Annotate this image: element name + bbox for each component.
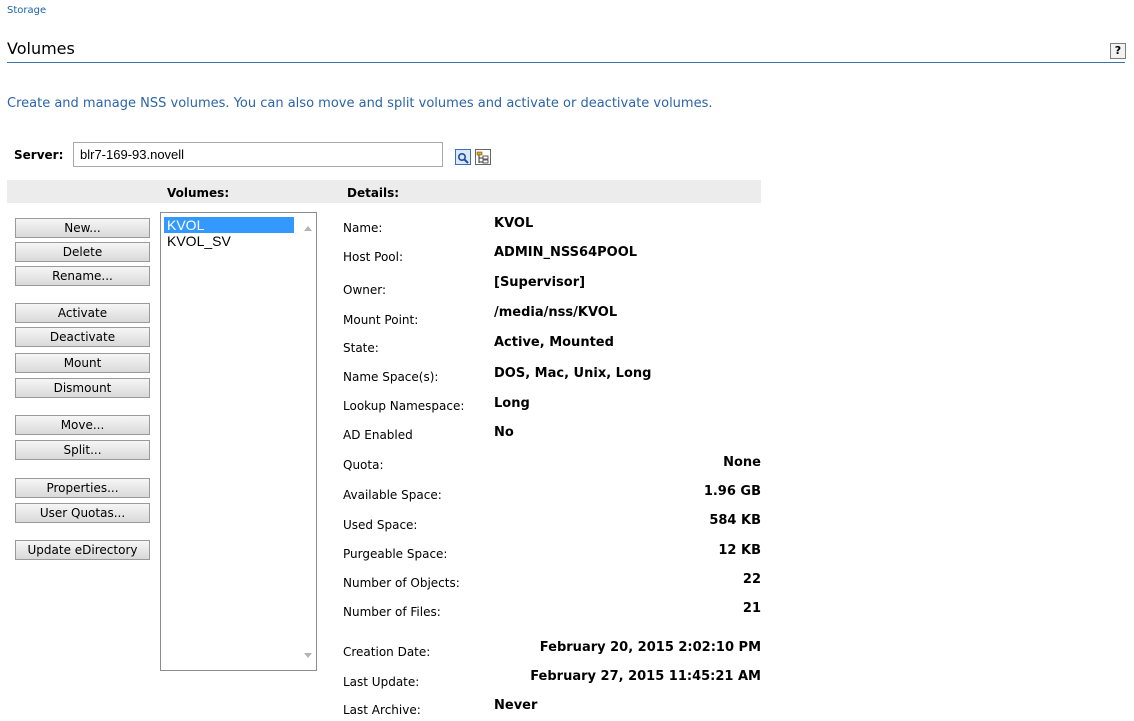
detail-label-number-of-objects: Number of Objects: (343, 576, 460, 590)
server-input[interactable] (73, 142, 443, 167)
scroll-up-arrow-icon[interactable] (304, 226, 312, 231)
detail-value-number-of-objects: 22 (742, 572, 761, 587)
volumes-scrollbar[interactable] (300, 213, 316, 670)
detail-label-name-spaces: Name Space(s): (343, 370, 439, 384)
scroll-down-arrow-icon[interactable] (304, 653, 312, 658)
detail-label-name: Name: (343, 221, 383, 235)
volume-item-kvol[interactable]: KVOL (164, 217, 294, 233)
update-edirectory-button[interactable]: Update eDirectory (15, 540, 150, 560)
detail-value-last-archive: Never (494, 698, 538, 713)
dismount-button[interactable]: Dismount (15, 378, 150, 398)
help-button[interactable]: ? (1110, 43, 1126, 59)
volumes-list[interactable]: KVOL KVOL_SV (160, 212, 317, 671)
details-column-header: Details: (347, 186, 400, 200)
rename-button[interactable]: Rename... (15, 266, 150, 286)
detail-label-purgeable-space: Purgeable Space: (343, 547, 448, 561)
detail-value-used-space: 584 KB (709, 513, 761, 528)
search-icon[interactable] (455, 149, 471, 165)
tree-browse-icon[interactable] (475, 149, 491, 165)
user-quotas-button[interactable]: User Quotas... (15, 503, 150, 523)
detail-label-host-pool: Host Pool: (343, 250, 404, 264)
volumes-column-header: Volumes: (167, 186, 230, 200)
detail-value-host-pool: ADMIN_NSS64POOL (494, 245, 638, 260)
title-divider (7, 62, 1125, 63)
detail-value-creation-date: February 20, 2015 2:02:10 PM (539, 640, 761, 655)
deactivate-button[interactable]: Deactivate (15, 327, 150, 347)
detail-value-available-space: 1.96 GB (703, 484, 761, 499)
new-button[interactable]: New... (15, 218, 150, 238)
detail-value-number-of-files: 21 (742, 601, 761, 616)
detail-value-lookup-namespace: Long (494, 396, 530, 411)
detail-label-state: State: (343, 341, 379, 355)
volume-item-kvol-sv[interactable]: KVOL_SV (164, 233, 294, 249)
detail-label-mount-point: Mount Point: (343, 313, 419, 327)
properties-button[interactable]: Properties... (15, 478, 150, 498)
detail-value-purgeable-space: 12 KB (718, 543, 761, 558)
detail-value-ad-enabled: No (494, 425, 514, 440)
detail-value-name-spaces: DOS, Mac, Unix, Long (494, 366, 652, 381)
move-button[interactable]: Move... (15, 415, 150, 435)
activate-button[interactable]: Activate (15, 303, 150, 323)
detail-value-state: Active, Mounted (494, 335, 614, 350)
detail-label-lookup-namespace: Lookup Namespace: (343, 399, 465, 413)
detail-label-ad-enabled: AD Enabled (343, 428, 413, 442)
detail-label-creation-date: Creation Date: (343, 645, 431, 659)
server-label: Server: (14, 148, 64, 162)
detail-label-last-update: Last Update: (343, 675, 420, 689)
detail-value-name: KVOL (494, 216, 534, 231)
detail-value-owner: [Supervisor] (494, 275, 586, 290)
detail-label-used-space: Used Space: (343, 518, 418, 532)
detail-value-mount-point: /media/nss/KVOL (494, 305, 618, 320)
detail-label-number-of-files: Number of Files: (343, 605, 441, 619)
detail-value-last-update: February 27, 2015 11:45:21 AM (530, 669, 761, 684)
mount-button[interactable]: Mount (15, 353, 150, 373)
detail-value-quota: None (723, 455, 761, 470)
page-title: Volumes (7, 39, 75, 58)
detail-label-quota: Quota: (343, 458, 384, 472)
detail-label-owner: Owner: (343, 283, 387, 297)
breadcrumb-storage[interactable]: Storage (7, 5, 46, 16)
page-description: Create and manage NSS volumes. You can a… (7, 96, 713, 111)
detail-label-available-space: Available Space: (343, 488, 442, 502)
delete-button[interactable]: Delete (15, 242, 150, 262)
detail-label-last-archive: Last Archive: (343, 703, 421, 717)
split-button[interactable]: Split... (15, 440, 150, 460)
